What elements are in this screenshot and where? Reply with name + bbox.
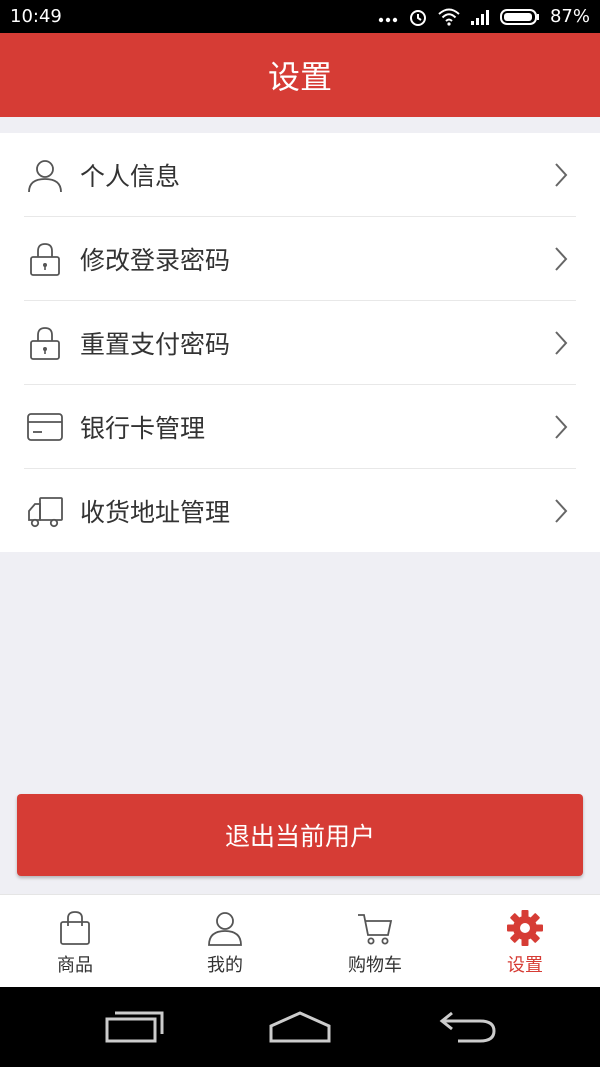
- tab-label: 设置: [507, 955, 543, 976]
- tab-settings[interactable]: 设置: [450, 895, 600, 987]
- chevron-right-icon: [554, 498, 568, 524]
- menu-item-change-login-password[interactable]: 修改登录密码: [0, 217, 600, 301]
- alarm-icon: [408, 7, 428, 27]
- tab-products[interactable]: 商品: [0, 895, 150, 987]
- status-bar: 10:49 87%: [0, 0, 600, 33]
- tab-label: 我的: [207, 955, 243, 976]
- home-icon[interactable]: [268, 1009, 332, 1049]
- back-icon[interactable]: [438, 1009, 498, 1049]
- menu-item-shipping-address[interactable]: 收货地址管理: [0, 469, 600, 553]
- menu-item-label: 个人信息: [80, 162, 181, 191]
- logout-button[interactable]: 退出当前用户: [17, 794, 583, 876]
- menu-item-label: 修改登录密码: [80, 246, 231, 275]
- page-title: 设置: [267, 58, 332, 96]
- bank-card-icon: [26, 408, 64, 446]
- lock-icon: [26, 240, 64, 278]
- bottom-tab-bar: 商品 我的 购物车 设置: [0, 894, 600, 987]
- person-icon: [206, 909, 244, 947]
- recent-apps-icon[interactable]: [105, 1009, 165, 1049]
- menu-item-reset-payment-password[interactable]: 重置支付密码: [0, 301, 600, 385]
- chevron-right-icon: [554, 414, 568, 440]
- tab-mine[interactable]: 我的: [150, 895, 300, 987]
- menu-item-bank-card[interactable]: 银行卡管理: [0, 385, 600, 469]
- menu-item-personal-info[interactable]: 个人信息: [0, 133, 600, 217]
- lock-icon: [26, 324, 64, 362]
- truck-icon: [26, 492, 64, 530]
- shopping-bag-icon: [56, 909, 94, 947]
- chevron-right-icon: [554, 162, 568, 188]
- battery-percent: 87%: [549, 6, 590, 27]
- logout-label: 退出当前用户: [224, 822, 375, 851]
- settings-menu: 个人信息 修改登录密码 重置支付密码 银行卡管理 收货地址管理: [0, 133, 600, 552]
- tab-label: 商品: [57, 955, 93, 976]
- chevron-right-icon: [554, 330, 568, 356]
- gear-icon: [506, 909, 544, 947]
- system-nav-bar: [0, 987, 600, 1067]
- more-dots-icon: [378, 8, 398, 26]
- wifi-icon: [438, 8, 460, 26]
- tab-label: 购物车: [348, 955, 402, 976]
- status-time: 10:49: [10, 6, 62, 27]
- menu-item-label: 银行卡管理: [80, 414, 206, 443]
- menu-item-label: 重置支付密码: [80, 330, 231, 359]
- cart-icon: [356, 909, 394, 947]
- person-icon: [26, 156, 64, 194]
- tab-cart[interactable]: 购物车: [300, 895, 450, 987]
- header-bar: 设置: [0, 33, 600, 117]
- chevron-right-icon: [554, 246, 568, 272]
- battery-icon: [499, 8, 540, 26]
- menu-item-label: 收货地址管理: [80, 498, 231, 527]
- signal-icon: [470, 8, 490, 26]
- status-icons: 87%: [378, 6, 590, 27]
